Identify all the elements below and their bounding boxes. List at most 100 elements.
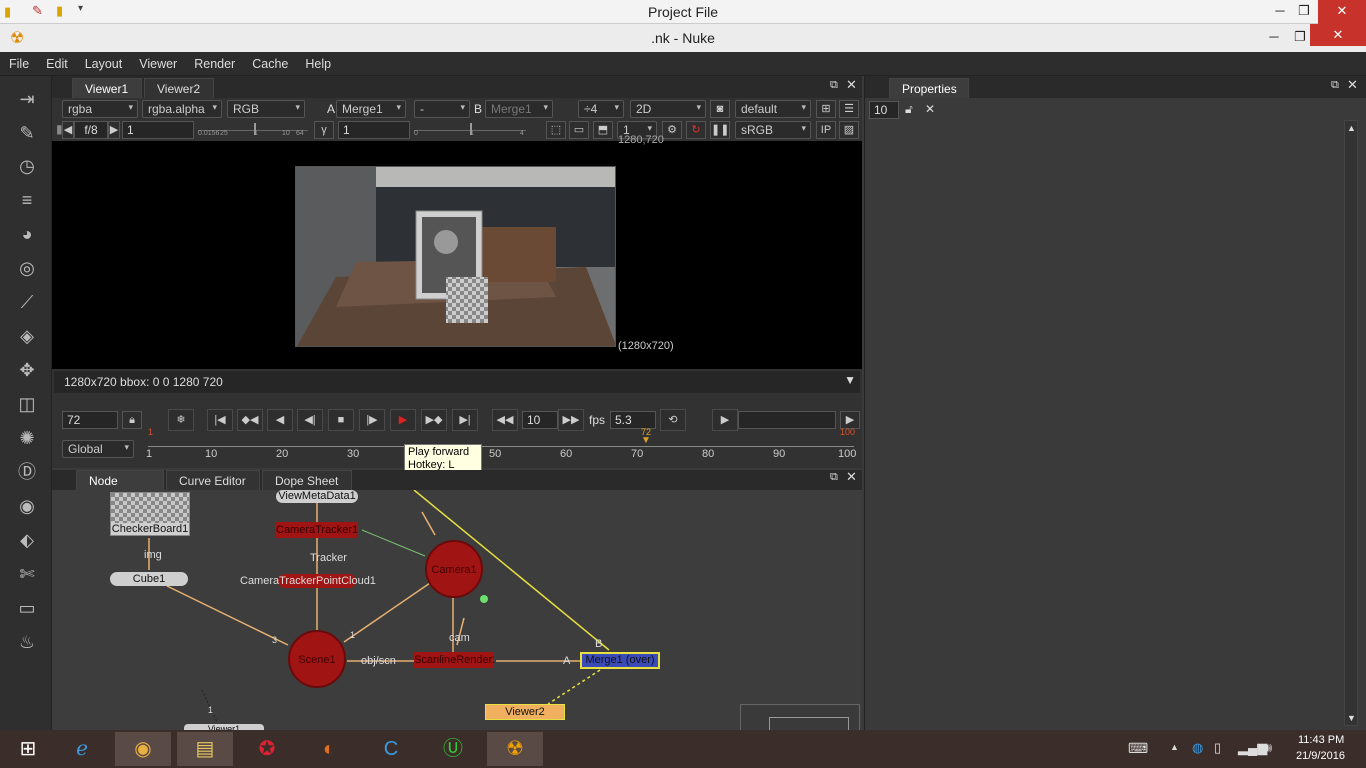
gain-slider[interactable]: 0.0156 25 1 10 64 [198,121,308,139]
stop-button[interactable]: ■ [328,409,354,431]
file-explorer-icon[interactable]: ▤ [177,732,233,766]
gamma-slider[interactable]: 0 1 4 [414,121,526,139]
lock-panels-icon[interactable]: 🔓︎ [905,102,913,117]
clock-date[interactable]: 21/9/2016 [1296,750,1345,762]
close-panel-icon[interactable]: ✕ [846,77,857,93]
keyboard-icon[interactable]: ⌨ [1128,740,1148,757]
merge-node[interactable]: Merge1 (over) [580,652,660,669]
range-dropdown[interactable]: Global ▾ [62,440,134,458]
nuke-taskbar-icon[interactable]: ☢ [487,732,543,766]
menu-render[interactable]: Render [185,52,243,71]
last-frame-button[interactable]: ▶| [452,409,478,431]
internet-explorer-icon[interactable]: ℯ [54,732,110,766]
input-a-dropdown[interactable]: Merge1 ▾ [336,100,406,118]
menu-cache[interactable]: Cache [243,52,296,71]
app-icon-red[interactable]: ✪ [239,732,295,766]
float-properties-icon[interactable]: ⧉ [1331,79,1339,92]
tab-properties[interactable]: Properties [889,78,969,98]
channels-dropdown[interactable]: rgba ▾ [62,100,138,118]
float-nodegraph-icon[interactable]: ⧉ [830,471,838,484]
menu-help[interactable]: Help [296,52,339,71]
toolsets-icon[interactable]: ✄ [14,561,40,587]
close-properties-icon[interactable]: ✕ [1347,77,1358,93]
view-mode-dropdown[interactable]: 2D ▾ [630,100,706,118]
volume-icon[interactable]: 🔊︎ [1264,740,1272,756]
viewer-menu-icon[interactable]: ☰ [839,100,859,118]
menu-layout[interactable]: Layout [76,52,131,71]
checker-icon[interactable]: ▭ [569,121,589,139]
tab-curve-editor[interactable]: Curve Editor [166,470,260,490]
float-panel-icon[interactable]: ⧉ [830,79,838,92]
flipbook-field[interactable] [738,411,836,429]
draw-tool-icon[interactable]: ✎ [14,120,40,146]
fstop-field[interactable]: f/8 [74,121,108,139]
increment-field[interactable]: 10 [522,411,558,429]
lut-dropdown[interactable]: default ▾ [735,100,811,118]
display-dropdown[interactable]: RGB ▾ [227,100,305,118]
clear-panels-icon[interactable]: ✕ [925,102,935,116]
prev-keyframe-button[interactable]: ◆◀ [237,409,263,431]
keyer-tool-icon[interactable]: ⟋ [14,289,40,315]
image-tool-icon[interactable]: ⇥ [14,86,40,112]
close-button[interactable]: ✕ [1318,0,1366,24]
merge-tool-icon[interactable]: ◈ [14,323,40,349]
pause-icon[interactable]: ❚❚ [710,121,730,139]
alpha-dropdown[interactable]: rgba.alpha ▾ [142,100,222,118]
menu-file[interactable]: File [0,52,37,71]
chrome-icon[interactable]: ◉ [115,732,171,766]
viewmetadata-node[interactable]: ViewMetaData1 [276,490,358,503]
refresh-icon[interactable]: ↻ [686,121,706,139]
color-tool-icon[interactable]: ◕ [14,221,40,247]
play-backward-button[interactable]: ◀| [297,409,323,431]
tray-arrow-icon[interactable]: ▲ [1170,742,1179,752]
scroll-up-icon[interactable]: ▲ [1347,123,1356,133]
menu-viewer[interactable]: Viewer [130,52,185,71]
skip-back-button[interactable]: ◀◀ [492,409,518,431]
deep-tool-icon[interactable]: Ⓓ [14,459,40,485]
freeze-icon[interactable]: ❄ [168,409,194,431]
colorspace-dropdown[interactable]: sRGB ▾ [735,121,811,139]
viewer-canvas[interactable]: 1280,720 (1280x720) [52,134,862,369]
tab-viewer1[interactable]: Viewer1 [72,78,142,98]
tab-viewer2[interactable]: Viewer2 [144,78,214,98]
wipe-op-dropdown[interactable]: - ▾ [414,100,470,118]
scanlinerender-node[interactable]: ScanlineRender1 [414,652,494,668]
menu-edit[interactable]: Edit [37,52,76,71]
next-keyframe-button[interactable]: ▶◆ [421,409,447,431]
clipping-warning-icon[interactable]: ⬚ [546,121,566,139]
zoom-dropdown[interactable]: ÷4 ▾ [578,100,624,118]
gain-field[interactable]: 1 [122,121,194,139]
metadata-tool-icon[interactable]: ⬖ [14,527,40,553]
cube-node[interactable]: Cube1 [110,572,188,586]
ccleaner-icon[interactable]: C [363,732,419,766]
gpu-icon[interactable]: ⚙ [662,121,682,139]
input-process-button[interactable]: IP [816,121,836,139]
tray-app-icon[interactable]: ◍ [1192,740,1203,756]
properties-scrollbar[interactable]: ▲ ▼ [1344,120,1358,726]
scene-node[interactable]: Scene1 [288,630,346,688]
flipbook-button[interactable]: ▶ [712,409,738,431]
time-tool-icon[interactable]: ◷ [14,153,40,179]
pointcloud-node[interactable]: CameraTrackerPointCloud1 [240,574,376,588]
tab-dope-sheet[interactable]: Dope Sheet [262,470,352,490]
nuke-close-button[interactable]: ✕ [1310,24,1366,46]
transform-tool-icon[interactable]: ✥ [14,357,40,383]
particles-tool-icon[interactable]: ✺ [14,425,40,451]
close-nodegraph-icon[interactable]: ✕ [846,469,857,485]
app-icon-green[interactable]: Ⓤ [425,732,481,766]
gamma-label[interactable]: γ [314,121,334,139]
filter-tool-icon[interactable]: ◎ [14,255,40,281]
3d-tool-icon[interactable]: ◫ [14,391,40,417]
lock-frame-icon[interactable]: 🔒︎ [122,411,142,429]
channel-tool-icon[interactable]: ≡ [14,187,40,213]
first-frame-button[interactable]: |◀ [207,409,233,431]
timeline[interactable]: 1 72 ▼ 100 1 10 20 30 40 50 60 70 80 90 … [144,427,859,465]
clock-time[interactable]: 11:43 PM [1298,734,1344,746]
furnace-tool-icon[interactable]: ♨ [14,629,40,655]
stripes-icon[interactable]: ▨ [839,121,859,139]
play-forward-button[interactable]: ▶ [390,409,416,431]
checkerboard-node[interactable]: CheckerBoard1 [110,492,190,536]
fstop-down-button[interactable]: ◀ [62,121,74,139]
gamma-field[interactable]: 1 [338,121,410,139]
proxy-icon[interactable]: ⬒ [593,121,613,139]
